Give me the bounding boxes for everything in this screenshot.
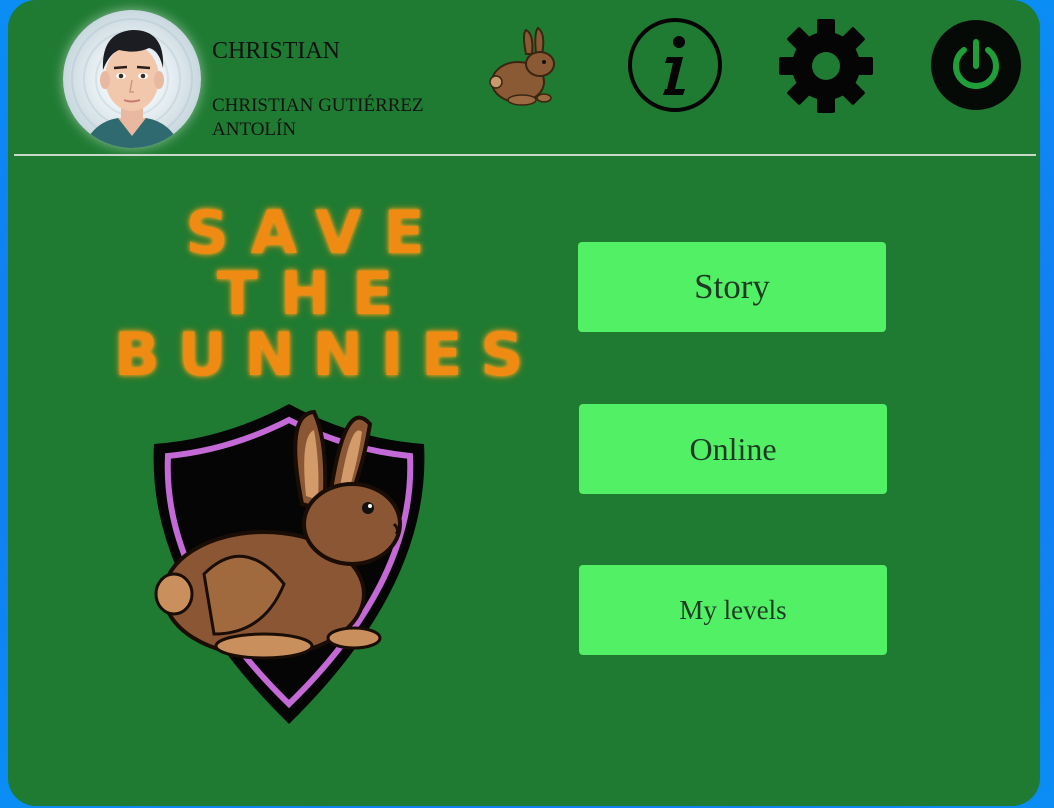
main-window: CHRISTIAN CHRISTIAN GUTIÉRREZ ANTOLÍN SA… [8,0,1040,806]
bunny-icon [482,24,568,108]
info-button[interactable] [627,17,723,113]
logo-line-3: BUNNIES [114,320,542,390]
username-label: CHRISTIAN [212,38,341,64]
logo-line-2: THE [216,259,416,329]
settings-button[interactable] [778,18,874,114]
power-button[interactable] [931,20,1021,110]
header-divider [14,154,1036,156]
info-icon [628,18,722,112]
full-name-label: CHRISTIAN GUTIÉRREZ ANTOLÍN [212,95,424,140]
game-logo-title: SAVE THE BUNNIES [104,196,523,396]
gear-icon [779,19,873,113]
header-bar: CHRISTIAN CHRISTIAN GUTIÉRREZ ANTOLÍN [8,0,1040,156]
online-button[interactable]: Online [579,404,887,494]
logo-line-1: SAVE [185,198,447,268]
bunny-shield-logo [144,384,434,734]
avatar-image [71,18,193,148]
my-levels-button[interactable]: My levels [579,565,887,655]
avatar[interactable] [63,10,201,148]
story-button[interactable]: Story [578,242,886,332]
power-icon [953,39,999,89]
